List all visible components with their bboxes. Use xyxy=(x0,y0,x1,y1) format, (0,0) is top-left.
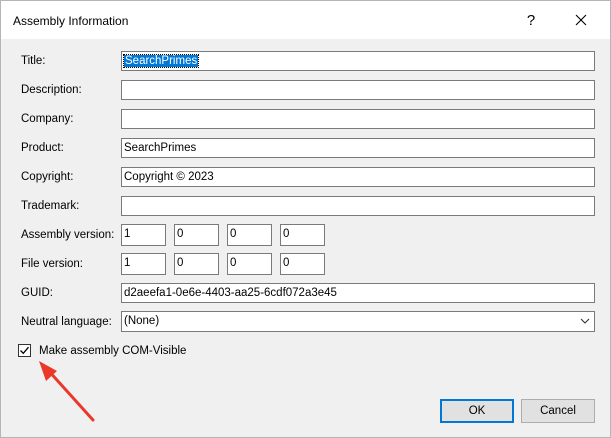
description-label: Description: xyxy=(21,84,82,96)
company-input[interactable] xyxy=(121,109,595,129)
trademark-input[interactable] xyxy=(121,196,595,216)
annotation-arrow-icon xyxy=(39,361,95,422)
checkmark-icon xyxy=(20,346,29,355)
title-input-value: SearchPrimes xyxy=(122,54,200,68)
assembly-version-major[interactable]: 1 xyxy=(121,224,166,246)
title-bar: Assembly Information ? xyxy=(1,1,610,39)
close-icon xyxy=(575,14,587,26)
assembly-version-revision[interactable]: 0 xyxy=(280,224,325,246)
help-button[interactable]: ? xyxy=(511,5,551,35)
assembly-information-dialog: Assembly Information ? Title: SearchPrim… xyxy=(0,0,611,438)
chevron-down-icon xyxy=(580,318,590,324)
file-version-build[interactable]: 0 xyxy=(227,253,272,275)
neutral-language-label: Neutral language: xyxy=(21,316,112,328)
ok-button[interactable]: OK xyxy=(440,399,514,423)
com-visible-checkbox[interactable] xyxy=(18,344,31,357)
file-version-revision[interactable]: 0 xyxy=(280,253,325,275)
neutral-language-select[interactable]: (None) xyxy=(121,311,595,332)
company-label: Company: xyxy=(21,113,74,125)
dialog-body: Title: SearchPrimes Description: Company… xyxy=(1,39,610,437)
close-button[interactable] xyxy=(557,5,605,35)
trademark-label: Trademark: xyxy=(21,200,80,212)
copyright-input[interactable]: Copyright © 2023 xyxy=(121,167,595,187)
assembly-version-build[interactable]: 0 xyxy=(227,224,272,246)
assembly-version-label: Assembly version: xyxy=(21,229,115,241)
com-visible-label[interactable]: Make assembly COM-Visible xyxy=(39,344,186,358)
cancel-button[interactable]: Cancel xyxy=(521,399,595,423)
title-input[interactable]: SearchPrimes xyxy=(121,51,595,71)
file-version-minor[interactable]: 0 xyxy=(174,253,219,275)
copyright-label: Copyright: xyxy=(21,171,74,183)
description-input[interactable] xyxy=(121,80,595,100)
file-version-major[interactable]: 1 xyxy=(121,253,166,275)
guid-input[interactable]: d2aeefa1-0e6e-4403-aa25-6cdf072a3e45 xyxy=(121,283,595,303)
dialog-title: Assembly Information xyxy=(13,14,129,28)
neutral-language-value: (None) xyxy=(124,315,160,327)
file-version-label: File version: xyxy=(21,258,83,270)
title-label: Title: xyxy=(21,55,46,67)
guid-label: GUID: xyxy=(21,287,53,299)
assembly-version-minor[interactable]: 0 xyxy=(174,224,219,246)
product-label: Product: xyxy=(21,142,64,154)
product-input[interactable]: SearchPrimes xyxy=(121,138,595,158)
